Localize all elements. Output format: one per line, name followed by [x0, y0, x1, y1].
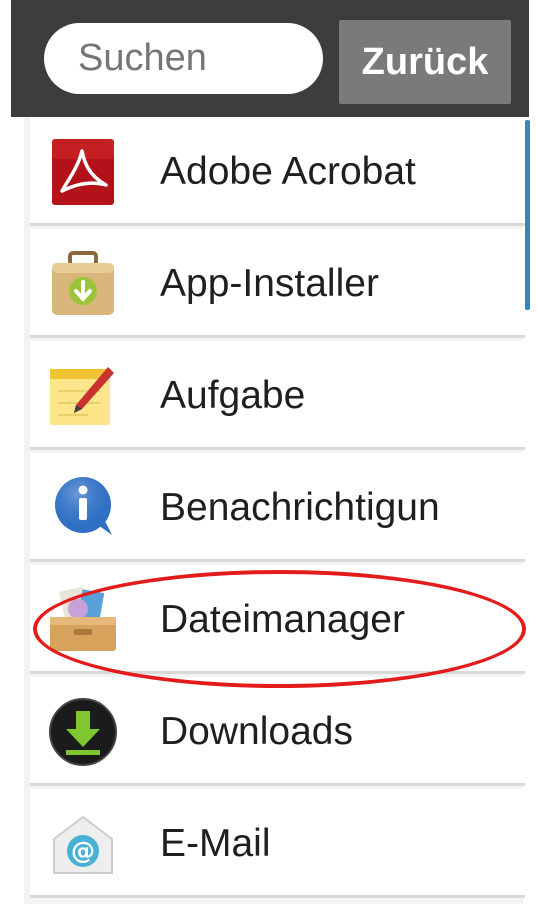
- adobe-acrobat-icon: [52, 139, 114, 205]
- search-input[interactable]: [44, 23, 323, 94]
- list-item-aufgabe[interactable]: Aufgabe: [30, 341, 525, 450]
- app-installer-icon: [52, 251, 114, 315]
- email-envelope-icon: @: [53, 815, 113, 874]
- info-bubble-icon: [55, 477, 112, 535]
- top-bar: Zurück: [0, 0, 537, 117]
- list-item-app-installer[interactable]: App-Installer: [30, 229, 525, 338]
- task-notepad-icon: [50, 367, 114, 425]
- app-label: Downloads: [160, 710, 353, 753]
- list-item-adobe-acrobat[interactable]: Adobe Acrobat: [30, 117, 525, 226]
- app-label: E-Mail: [160, 822, 271, 865]
- list-item-downloads[interactable]: Downloads: [30, 677, 525, 786]
- back-button[interactable]: Zurück: [339, 20, 511, 104]
- scrollbar[interactable]: [525, 120, 530, 310]
- download-arrow-icon: [49, 698, 117, 766]
- app-label: Dateimanager: [160, 598, 405, 641]
- app-label: App-Installer: [160, 262, 379, 305]
- app-label: Aufgabe: [160, 374, 306, 417]
- list-item-benachrichtigung[interactable]: Benachrichtigun: [30, 453, 525, 562]
- svg-text:@: @: [71, 837, 95, 865]
- list-item-dateimanager[interactable]: Dateimanager: [30, 565, 525, 674]
- file-manager-box-icon: [50, 586, 116, 651]
- app-list[interactable]: Adobe Acrobat App-Installer Aufgabe Bena…: [24, 117, 525, 904]
- list-item-email[interactable]: @ E-Mail: [30, 789, 525, 898]
- app-label: Benachrichtigun: [160, 486, 440, 529]
- app-label: Adobe Acrobat: [160, 150, 416, 193]
